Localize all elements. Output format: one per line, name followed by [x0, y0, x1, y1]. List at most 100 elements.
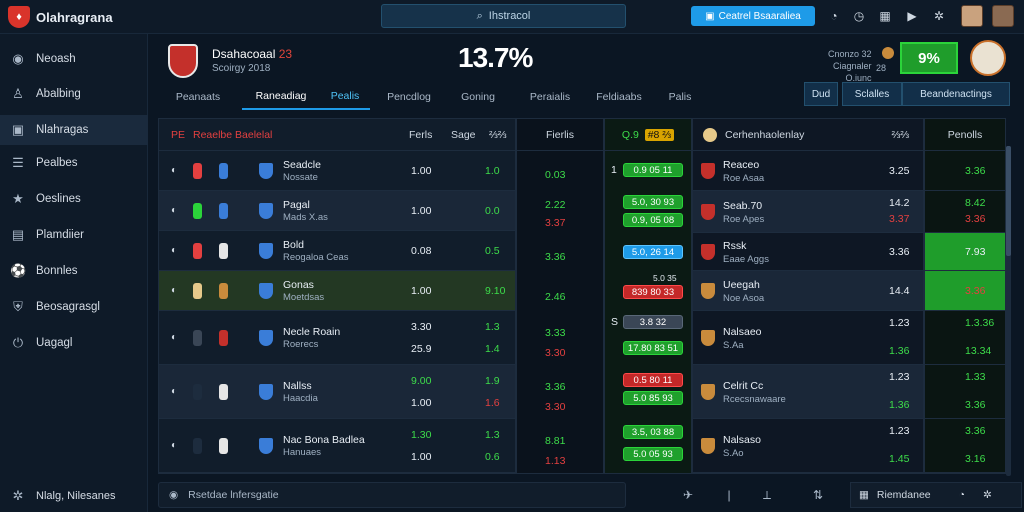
competition-sub: Eaae Aggs [723, 254, 769, 265]
bottom-search[interactable]: ◉ Rsetdae lnfersgatie [158, 482, 626, 508]
cursor-icon[interactable]: ⟂ [760, 482, 774, 508]
odds-pill[interactable]: 5.0, 26 14 [623, 245, 683, 259]
tab-goning[interactable]: Goning [448, 84, 508, 110]
row-name: Seadcle [283, 159, 321, 171]
big-percentage: 13.7% [458, 42, 533, 73]
odds-pill[interactable]: 5.0 05 93 [623, 447, 683, 461]
sidebar-item-nlahragas[interactable]: ▣ Nlahragas [0, 115, 148, 145]
settings-icon[interactable]: ✲ [983, 489, 992, 501]
cta-button[interactable]: ▣ Ceatrel Bsaaraliea [691, 6, 815, 26]
competition-row[interactable]: Rssk Eaae Aggs 3.36 [693, 233, 923, 271]
tab-feldiaabs[interactable]: Feldiaabs [590, 84, 648, 110]
competition-row[interactable]: Seab.70 Roe Apes 14.2 3.37 [693, 191, 923, 233]
competition-row[interactable]: Reaceo Roe Asaa 3.25 [693, 151, 923, 191]
competition-value2: 1.36 [889, 399, 910, 411]
odds-pill[interactable]: 17.80 83 51 [623, 341, 683, 355]
table-row[interactable]: ◐ Bold Reogaloa Ceas 0.08 0.5 [159, 231, 515, 271]
table-row[interactable]: ◐ Necle Roain Roerecs 3.30 1.3 25.9 1.4 [159, 311, 515, 365]
club-crest-icon [259, 438, 273, 454]
play-icon[interactable]: ▶ [904, 8, 920, 24]
avatar-user-1[interactable] [961, 5, 983, 27]
sidebar-item-bonnles[interactable]: ⚽ Bonnles [0, 256, 148, 286]
odds-pill[interactable]: 0.9 05 11 [623, 163, 683, 177]
ball-icon: ⚽ [10, 263, 27, 278]
odds-pill[interactable]: 5.0, 30 93 [623, 195, 683, 209]
right-tab-dud[interactable]: Dud [804, 82, 838, 106]
competition-row[interactable]: Ueegah Noe Asoa 14.4 [693, 271, 923, 311]
sidebar-item-beosagrasgl[interactable]: ⛨ Beosagrasgl [0, 292, 148, 322]
player-icon [219, 243, 228, 259]
competition-sub: Noe Asoa [723, 293, 765, 304]
sidebar-item-plamdiier[interactable]: ▤ Plamdiier [0, 220, 148, 250]
tab-pealis[interactable]: Pealis [320, 84, 370, 110]
row-name: Pagal [283, 199, 310, 211]
player-icon [219, 203, 228, 219]
competition-crest-icon [701, 384, 715, 400]
green-pct-button[interactable]: 9% [900, 42, 958, 74]
avatar-user-2[interactable] [992, 5, 1014, 27]
tab-peraialis[interactable]: Peraialis [518, 84, 582, 110]
sidebar-item-uagagl[interactable]: ⏻ Uagagl [0, 328, 148, 358]
competition-value: 1.23 [889, 371, 910, 383]
bell-icon[interactable]: ◔ [826, 8, 842, 24]
odds-pill[interactable]: 0.9, 05 08 [623, 213, 683, 227]
row-v1: 1.00 [411, 165, 432, 177]
scroll-thumb[interactable] [1006, 146, 1011, 256]
sidebar-item-abalbing[interactable]: ♙ Abalbing [0, 79, 148, 109]
penolls-value: 7.93 [965, 246, 986, 258]
sidebar-item-oeslines[interactable]: ★ Oeslines [0, 184, 148, 214]
brand[interactable]: ♦ Olahragrana [8, 6, 113, 28]
competition-value: 3.36 [889, 246, 910, 258]
search-input[interactable]: ⌕ Ihstracol [381, 4, 626, 28]
tab-peanaats[interactable]: Peanaats [158, 84, 238, 110]
competition-value: 1.23 [889, 317, 910, 329]
tab-raneadiag[interactable]: Raneadiag [242, 84, 320, 110]
sidebar-item-neoash[interactable]: ◉ Neoash [0, 44, 148, 74]
table-row[interactable]: ◐ Nac Bona Badlea Hanuaes 1.30 1.3 1.00 0.6 [159, 419, 515, 473]
sidebar-footer[interactable]: ✲ Nlalg, Nilesanes [0, 480, 148, 512]
clock-icon[interactable]: ◷ [851, 8, 867, 24]
match-title-text: Dsahacoaal [212, 47, 276, 61]
sidebar-item-pealbes[interactable]: ☰ Pealbes [0, 148, 148, 178]
odds-column: Q.9 #8 ⅔ 0.9 05 11 1 5.0, 30 93 0.9, 05 08 5… [604, 118, 692, 474]
tab-pencdlog[interactable]: Pencdlog [376, 84, 442, 110]
bottom-panel[interactable]: ▦ Riemdanee ◔ ✲ [850, 482, 1022, 508]
clock-icon[interactable]: ◔ [959, 489, 965, 501]
competition-row[interactable]: Celrit Cc Rcecsnawaare 1.23 1.36 [693, 365, 923, 419]
player-icon [193, 283, 202, 299]
tab-palis[interactable]: Palis [654, 84, 706, 110]
penolls-value: 1.3.36 [965, 317, 995, 329]
table-row[interactable]: ◐ Gonas Moetdsas 1.00 9.10 [159, 271, 515, 311]
scrollbar[interactable] [1006, 146, 1011, 476]
odds-pill[interactable]: 3.5, 03 88 [623, 425, 683, 439]
club-crest-icon [259, 243, 273, 259]
competition-row[interactable]: Nalsaeo S.Aa 1.23 1.36 [693, 311, 923, 365]
table-row[interactable]: ◐ Nallss Haacdia 9.00 1.9 1.00 1.6 [159, 365, 515, 419]
competition-crest-icon [701, 244, 715, 260]
right-tab-sclalles[interactable]: Sclalles [842, 82, 902, 106]
competition-name: Nalsaso [723, 434, 761, 446]
competition-crest-icon [701, 283, 715, 299]
table-row[interactable]: ◐ Seadcle Nossate 1.00 1.0 [159, 151, 515, 191]
odds-pill[interactable]: 839 80 33 [623, 285, 683, 299]
odds-header-b: #8 ⅔ [644, 128, 675, 141]
competition-col: ⅔⅔ [891, 128, 909, 141]
odds-pill[interactable]: 3.8 32 [623, 315, 683, 329]
competition-row[interactable]: Nalsaso S.Ao 1.23 1.45 [693, 419, 923, 473]
team-badge-icon[interactable] [970, 40, 1006, 76]
fierlis-value: 3.36 [545, 381, 566, 393]
coin-icon [882, 47, 894, 59]
fierlis-value: 2.46 [545, 291, 566, 303]
right-tab-beandenactings[interactable]: Beandenactings [902, 82, 1010, 106]
odds-pill[interactable]: 5.0 85 93 [623, 391, 683, 405]
plane-icon[interactable]: ✈ [678, 482, 698, 508]
penolls-row: 3.36 [925, 271, 1005, 311]
competition-name: Rssk [723, 240, 747, 252]
trophy-icon [703, 127, 717, 142]
calendar-icon[interactable]: ▦ [877, 8, 893, 24]
odds-pill[interactable]: 0.5 80 11 [623, 373, 683, 387]
competition-sub: Roe Apes [723, 214, 765, 225]
table-row[interactable]: ◐ Pagal Mads X.as 1.00 0.0 [159, 191, 515, 231]
sort-icon[interactable]: ⇅ [808, 482, 828, 508]
settings-icon[interactable]: ✲ [931, 8, 947, 24]
